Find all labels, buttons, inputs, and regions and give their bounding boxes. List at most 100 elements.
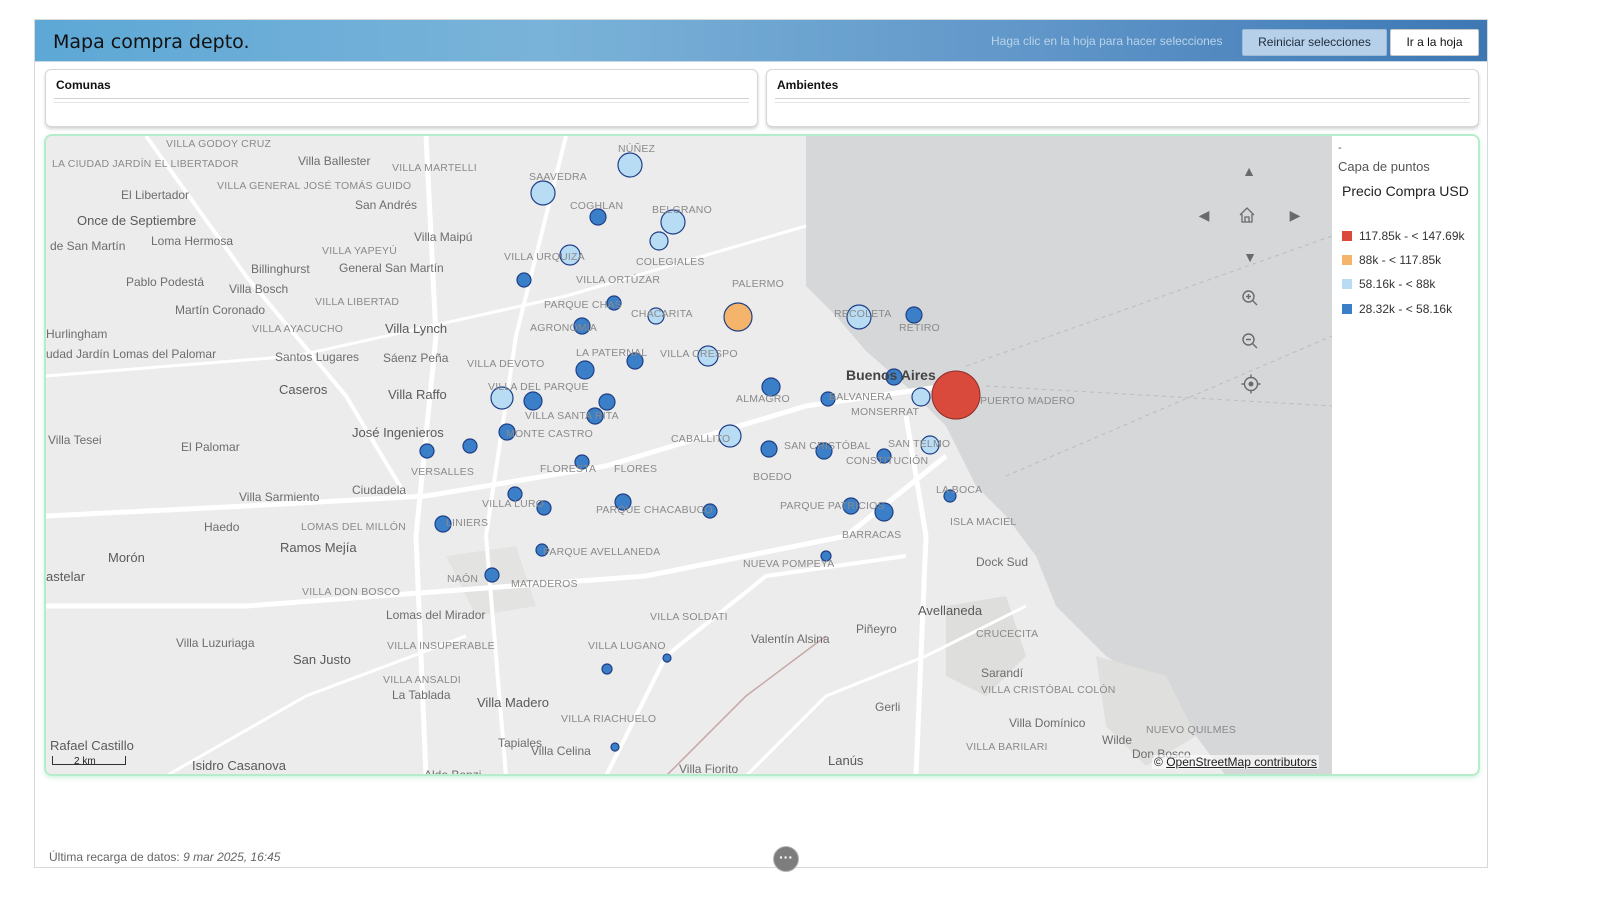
place-label: PARQUE CHAS — [544, 299, 622, 311]
place-label: VILLA ORTÚZAR — [576, 274, 661, 286]
major-road — [903, 415, 929, 774]
pan-right-icon[interactable]: ▶ — [1284, 204, 1306, 226]
place-label: Billinghurst — [251, 262, 310, 276]
filter-divider — [775, 98, 1470, 99]
place-label: Dock Sud — [976, 555, 1029, 569]
map-data-point[interactable] — [760, 440, 778, 458]
map-data-point[interactable] — [649, 231, 669, 251]
pan-down-icon[interactable]: ▼ — [1239, 246, 1261, 268]
legend-item-label: 28.32k - < 58.16k — [1359, 302, 1453, 316]
map-data-point[interactable] — [530, 180, 556, 206]
pan-left-icon[interactable]: ◀ — [1193, 204, 1215, 226]
map-data-point[interactable] — [905, 306, 923, 324]
place-label: VILLA SANTA RITA — [525, 410, 619, 422]
place-label: de San Martín — [50, 239, 126, 253]
legend-item-label: 117.85k - < 147.69k — [1359, 229, 1465, 243]
place-label: BARRACAS — [842, 529, 902, 541]
place-label: Villa Madero — [477, 695, 550, 710]
place-label: Buenos Aires — [846, 367, 936, 383]
place-label: Loma Hermosa — [151, 234, 234, 248]
osm-attribution-link[interactable]: OpenStreetMap contributors — [1166, 755, 1317, 769]
place-label: NÚÑEZ — [618, 143, 656, 155]
map-data-point[interactable] — [723, 302, 753, 332]
place-label: VILLA INSUPERABLE — [387, 640, 495, 652]
map-data-point[interactable] — [931, 370, 981, 420]
map-data-point[interactable] — [617, 152, 643, 178]
map-basemap — [46, 136, 1332, 774]
place-label: Pablo Podestá — [126, 275, 205, 289]
place-label: Lanús — [828, 753, 864, 768]
place-label: udad Jardín Lomas del Palomar — [46, 347, 217, 361]
place-label: CABALLITO — [671, 433, 731, 445]
ambientes-filter[interactable]: Ambientes — [766, 69, 1479, 127]
legend-dash: - — [1338, 142, 1342, 154]
legend-item[interactable]: 28.32k - < 58.16k — [1342, 302, 1452, 318]
map-object[interactable]: VILLA GODOY CRUZ Villa Ballester LA CIUDAD… — [44, 134, 1480, 776]
place-label: BOEDO — [753, 471, 792, 483]
place-label: VILLA LURO — [482, 498, 545, 510]
place-label: Avellaneda — [918, 603, 983, 618]
place-label: FLORESTA — [540, 463, 597, 475]
map-legend: - Capa de puntos Precio Compra USD 117.8… — [1334, 136, 1478, 774]
place-label: Villa Raffo — [388, 387, 447, 402]
comunas-filter[interactable]: Comunas — [45, 69, 758, 127]
place-label: VILLA SOLDATI — [650, 611, 728, 623]
place-label: VILLA DEL PARQUE — [488, 381, 589, 393]
place-label: La Tablada — [392, 688, 451, 702]
place-label: PALERMO — [732, 278, 784, 290]
place-label: MONTE CASTRO — [506, 428, 593, 440]
last-reload-label: Última recarga de datos: — [49, 850, 184, 864]
map-data-point[interactable] — [516, 272, 532, 288]
map-data-point[interactable] — [662, 653, 672, 663]
zoom-out-icon[interactable] — [1241, 332, 1263, 354]
map-data-point[interactable] — [419, 443, 435, 459]
reset-selections-button[interactable]: Reiniciar selecciones — [1242, 29, 1387, 56]
legend-item[interactable]: 117.85k - < 147.69k — [1342, 229, 1465, 245]
place-label: José Ingenieros — [352, 425, 444, 440]
place-label: VILLA CRESPO — [660, 348, 738, 360]
legend-item[interactable]: 88k - < 117.85k — [1342, 253, 1441, 269]
pan-up-icon[interactable]: ▲ — [1238, 160, 1260, 182]
map-canvas[interactable]: VILLA GODOY CRUZ Villa Ballester LA CIUDAD… — [46, 136, 1332, 774]
locate-icon[interactable] — [1241, 374, 1263, 396]
place-label: LA CIUDAD JARDÍN EL LIBERTADOR — [52, 158, 239, 170]
place-label: Villa Sarmiento — [239, 490, 320, 504]
map-data-point[interactable] — [523, 391, 543, 411]
place-label: Caseros — [279, 382, 328, 397]
map-data-point[interactable] — [601, 663, 613, 675]
legend-swatch — [1342, 304, 1352, 314]
place-label: ISLA MACIEL — [950, 516, 1017, 528]
legend-title: Precio Compra USD — [1342, 183, 1469, 199]
place-label: AGRONOMÍA — [530, 322, 598, 334]
place-label: Gerli — [875, 700, 901, 714]
place-label: Villa Domínico — [1009, 716, 1086, 730]
place-label: BELGRANO — [652, 204, 712, 216]
place-label: NAÓN — [447, 573, 479, 585]
place-label: VILLA DEVOTO — [467, 358, 545, 370]
comunas-filter-label: Comunas — [56, 78, 111, 92]
map-data-point[interactable] — [462, 438, 478, 454]
place-label: VILLA DON BOSCO — [302, 586, 401, 598]
map-data-point[interactable] — [911, 387, 931, 407]
more-options-icon[interactable]: ··· — [773, 846, 799, 872]
map-data-point[interactable] — [598, 393, 616, 411]
place-label: PUERTO MADERO — [980, 395, 1075, 407]
home-icon[interactable] — [1238, 204, 1260, 226]
map-data-point[interactable] — [610, 742, 620, 752]
zoom-in-icon[interactable] — [1241, 289, 1263, 311]
place-label: Villa Bosch — [229, 282, 289, 296]
place-label: Lomas del Mirador — [386, 608, 486, 622]
selection-hint: Haga clic en la hoja para hacer seleccio… — [991, 34, 1223, 48]
place-label: Martín Coronado — [175, 303, 266, 317]
legend-item[interactable]: 58.16k - < 88k — [1342, 277, 1435, 293]
go-to-sheet-button[interactable]: Ir a la hoja — [1390, 29, 1479, 56]
place-label: COLEGIALES — [636, 256, 705, 268]
sheet-container: Mapa compra depto. Haga clic en la hoja … — [34, 19, 1488, 872]
map-data-point[interactable] — [575, 360, 595, 380]
place-label: VILLA CRISTÓBAL COLÓN — [981, 684, 1116, 696]
place-label: Piñeyro — [856, 622, 897, 636]
map-data-point[interactable] — [484, 567, 500, 583]
ambientes-filter-label: Ambientes — [777, 78, 839, 92]
place-label: NUEVO QUILMES — [1146, 724, 1237, 736]
place-label: COGHLAN — [570, 200, 624, 212]
